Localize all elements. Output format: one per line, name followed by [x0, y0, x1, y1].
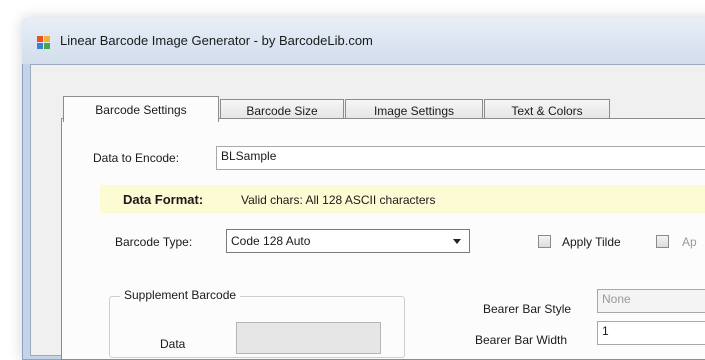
- barcodelib-app-icon: [37, 36, 51, 50]
- bearer-bar-width-input[interactable]: 1: [597, 321, 705, 345]
- supplement-data-label: Data: [160, 337, 186, 351]
- apply-option-checkbox[interactable]: [656, 235, 669, 248]
- data-format-text: Valid chars: All 128 ASCII characters: [241, 193, 436, 207]
- bearer-bar-style-select[interactable]: None: [597, 289, 705, 313]
- data-to-encode-input[interactable]: BLSample: [216, 146, 705, 170]
- apply-tilde-label: Apply Tilde: [562, 235, 621, 249]
- tab-barcode-settings[interactable]: Barcode Settings: [63, 96, 219, 122]
- apply-tilde-checkbox[interactable]: [538, 235, 551, 248]
- barcode-type-select[interactable]: Code 128 Auto: [226, 229, 470, 253]
- supplement-barcode-legend: Supplement Barcode: [120, 288, 241, 302]
- apply-option-label: Ap: [682, 235, 697, 249]
- chevron-down-icon: [453, 239, 461, 244]
- data-to-encode-label: Data to Encode:: [93, 151, 180, 165]
- barcode-type-label: Barcode Type:: [115, 235, 193, 249]
- supplement-data-input[interactable]: [236, 322, 381, 354]
- window-title: Linear Barcode Image Generator - by Barc…: [60, 33, 373, 48]
- data-format-label: Data Format:: [123, 192, 204, 207]
- bearer-bar-style-label: Bearer Bar Style: [483, 302, 572, 316]
- barcode-type-value: Code 128 Auto: [231, 234, 311, 248]
- bearer-bar-width-label: Bearer Bar Width: [475, 333, 568, 347]
